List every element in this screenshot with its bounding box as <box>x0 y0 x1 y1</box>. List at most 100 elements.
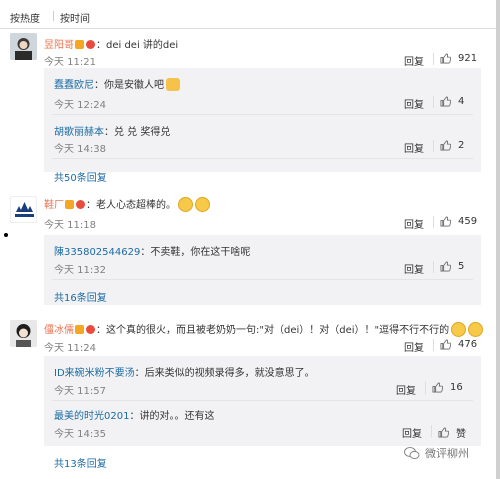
avatar[interactable] <box>10 320 37 347</box>
watermark: 微评柳州 <box>404 445 469 461</box>
reply-box: 陳335802544629：不卖鞋，你在这干啥呢 今天 11:32 回复 5 <box>44 235 481 305</box>
reply-username[interactable]: ID来碗米粉不要汤 <box>54 368 135 379</box>
action-divider <box>433 53 434 65</box>
sort-by-hot-tab[interactable]: 按热度 <box>10 10 40 25</box>
vip-icon <box>75 40 84 49</box>
like-button[interactable]: 2 <box>440 140 464 151</box>
reply-username[interactable]: 胡歌丽赫本 <box>54 127 104 138</box>
like-count: 赞 <box>456 429 466 440</box>
comment-username[interactable]: 僵冰儒 <box>44 325 74 336</box>
level-icon <box>86 325 95 334</box>
laugh-emoji-icon <box>468 322 484 337</box>
more-replies-link[interactable]: 共50条回复 <box>54 169 107 184</box>
vip-icon <box>75 325 84 334</box>
reply-text: ID来碗米粉不要汤：后来类似的视频录得多，就没意思了。 <box>54 364 315 379</box>
wechat-icon <box>404 447 420 460</box>
comment-time: 今天 11:24 <box>44 343 96 354</box>
sort-by-time-tab[interactable]: 按时间 <box>60 10 90 25</box>
reply-text: 最美的时光0201：讲的对。。还有这 <box>54 407 214 422</box>
reply-separator <box>52 114 473 115</box>
reply-text: 陳335802544629：不卖鞋，你在这干啥呢 <box>54 243 250 258</box>
comment-body: ：dei dei 讲的dei <box>96 40 179 51</box>
reply-body: ：不卖鞋，你在这干啥呢 <box>140 247 251 258</box>
thumbs-up-icon <box>440 339 451 350</box>
reply-button[interactable]: 回复 <box>404 339 424 354</box>
like-button[interactable]: 459 <box>440 216 477 227</box>
reply-button[interactable]: 回复 <box>396 382 416 397</box>
reply-button[interactable]: 回复 <box>404 140 424 155</box>
action-divider <box>433 216 434 228</box>
scroll-edge <box>496 0 500 479</box>
reply-separator <box>52 279 473 280</box>
reply-button[interactable]: 回复 <box>404 96 424 111</box>
reply-button[interactable]: 回复 <box>402 425 422 440</box>
bullet-dot <box>4 233 8 237</box>
sort-bar: 按热度 按时间 <box>0 0 500 29</box>
comment-body: ：老人心态超棒的。 <box>86 200 176 211</box>
like-button[interactable]: 4 <box>440 96 464 107</box>
level-icon <box>86 40 95 49</box>
like-count: 16 <box>450 382 463 393</box>
more-replies-link[interactable]: 共13条回复 <box>54 455 107 470</box>
reply-button[interactable]: 回复 <box>404 261 424 276</box>
action-divider <box>431 425 432 437</box>
like-count: 476 <box>458 339 478 350</box>
reply-separator <box>52 400 473 401</box>
like-count: 4 <box>458 96 465 107</box>
reply-box: 蠢蠢欧尼：你是安徽人吧 今天 12:24 回复 4 胡歌丽赫本：兑 兑 奖得兑 … <box>44 68 481 172</box>
laugh-emoji-icon <box>451 322 467 337</box>
reply-body: ：兑 兑 奖得兑 <box>104 127 171 138</box>
comment-text: 鞋厂 ：老人心态超棒的。 <box>44 196 210 212</box>
reply-username[interactable]: 蠢蠢欧尼 <box>54 80 94 91</box>
comment-time: 今天 11:21 <box>44 57 96 68</box>
reply-time: 今天 11:32 <box>54 265 106 276</box>
action-divider <box>425 382 426 394</box>
comment-panel: 按热度 按时间 昱阳哥 ：dei dei 讲的dei 今天 11:21 回复 92… <box>0 0 500 479</box>
comment-time: 今天 11:18 <box>44 220 96 231</box>
thumbs-up-icon <box>440 96 451 107</box>
reply-time: 今天 14:38 <box>54 144 106 155</box>
level-icon <box>76 200 85 209</box>
comment-body: ：这个真的很火，而且被老奶奶一句:"对（dei）！对（dei）！"逗得不行不行的 <box>96 325 450 336</box>
thumbs-up-icon <box>440 140 451 151</box>
like-count: 459 <box>458 216 478 227</box>
avatar[interactable] <box>10 196 37 223</box>
reply-time: 今天 11:57 <box>54 386 106 397</box>
action-divider <box>433 339 434 351</box>
like-count: 2 <box>458 140 465 151</box>
reply-username[interactable]: 陳335802544629 <box>54 247 140 258</box>
action-divider <box>433 96 434 108</box>
reply-separator <box>52 158 473 159</box>
reply-text: 胡歌丽赫本：兑 兑 奖得兑 <box>54 123 170 138</box>
like-button[interactable]: 16 <box>432 382 463 393</box>
reply-button[interactable]: 回复 <box>404 53 424 68</box>
reply-body: ：讲的对。。还有这 <box>129 411 215 422</box>
like-button[interactable]: 赞 <box>438 425 466 440</box>
like-count: 921 <box>458 53 478 64</box>
reply-time: 今天 12:24 <box>54 100 106 111</box>
reply-time: 今天 14:35 <box>54 429 106 440</box>
laugh-emoji-icon <box>195 197 210 212</box>
thumbs-up-icon <box>440 53 451 64</box>
reply-button[interactable]: 回复 <box>404 216 424 231</box>
comment-username[interactable]: 鞋厂 <box>44 200 64 211</box>
like-button[interactable]: 921 <box>440 53 477 64</box>
like-count: 5 <box>458 261 465 272</box>
reply-body: ：后来类似的视频录得多，就没意思了。 <box>134 368 315 379</box>
reply-body: ：你是安徽人吧 <box>94 80 164 91</box>
sort-divider <box>53 11 54 21</box>
thumbs-up-icon <box>438 427 449 438</box>
watermark-text: 微评柳州 <box>425 447 469 460</box>
thumbs-up-icon <box>432 382 443 393</box>
action-divider <box>433 140 434 152</box>
comment-username[interactable]: 昱阳哥 <box>44 40 74 51</box>
like-button[interactable]: 476 <box>440 339 477 350</box>
like-button[interactable]: 5 <box>440 261 464 272</box>
thumbs-up-icon <box>440 261 451 272</box>
reply-text: 蠢蠢欧尼：你是安徽人吧 <box>54 76 180 91</box>
reply-username[interactable]: 最美的时光0201 <box>54 411 129 422</box>
more-replies-link[interactable]: 共16条回复 <box>54 289 107 304</box>
avatar[interactable] <box>10 33 37 60</box>
thumbs-up-icon <box>440 216 451 227</box>
cat-emoji-icon <box>166 78 180 91</box>
